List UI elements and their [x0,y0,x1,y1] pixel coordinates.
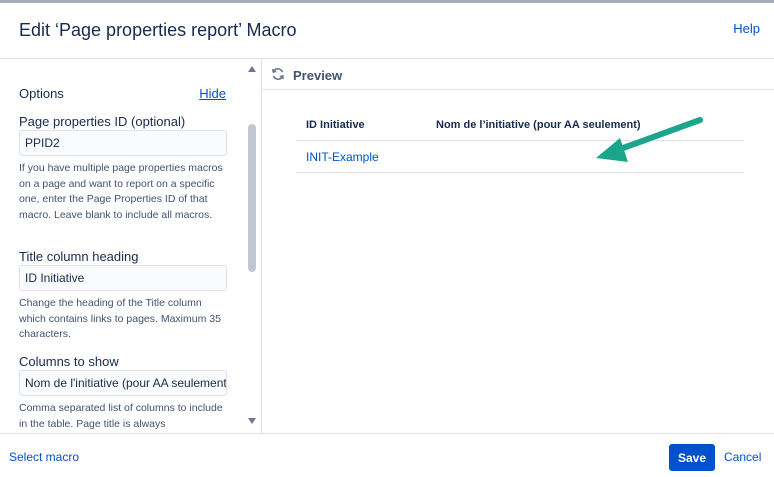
dialog-title: Edit ‘Page properties report’ Macro [19,20,297,40]
scrollbar-thumb[interactable] [248,124,256,272]
preview-title: Preview [293,68,343,83]
columns-to-show-help: Comma separated list of columns to inclu… [19,402,223,430]
title-column-heading-input[interactable]: ID Initiative [19,265,227,291]
column-header-id-initiative: ID Initiative [306,119,365,131]
options-label: Options [19,86,64,101]
scroll-down-arrow-icon[interactable] [248,418,256,424]
sidebar-scrollbar[interactable] [245,60,258,433]
options-sidebar: Options Hide Page properties ID (optiona… [0,60,262,433]
hide-options-link[interactable]: Hide [199,86,226,101]
select-macro-link[interactable]: Select macro [9,450,79,464]
page-properties-id-help: If you have multiple page properties mac… [19,162,223,221]
scroll-up-arrow-icon[interactable] [248,66,256,72]
cancel-link[interactable]: Cancel [724,450,761,464]
columns-to-show-input[interactable]: Nom de l'initiative (pour AA seulement) [19,370,227,396]
dialog-footer: Select macro Save Cancel [0,433,774,477]
columns-to-show-label: Columns to show [19,354,119,369]
help-link[interactable]: Help [733,21,760,36]
refresh-icon[interactable] [271,67,285,81]
title-column-heading-label: Title column heading [19,249,139,264]
save-button[interactable]: Save [669,444,715,471]
page-properties-id-input[interactable]: PPID2 [19,130,227,156]
options-header: Options Hide [19,86,227,104]
arrow-icon [596,117,703,162]
dialog-header: Edit ‘Page properties report’ Macro Help [0,3,774,59]
page-properties-id-label: Page properties ID (optional) [19,114,186,129]
title-column-heading-help: Change the heading of the Title column w… [19,297,221,340]
page-link-init-example[interactable]: INIT-Example [306,150,379,164]
preview-header: Preview [263,60,774,90]
